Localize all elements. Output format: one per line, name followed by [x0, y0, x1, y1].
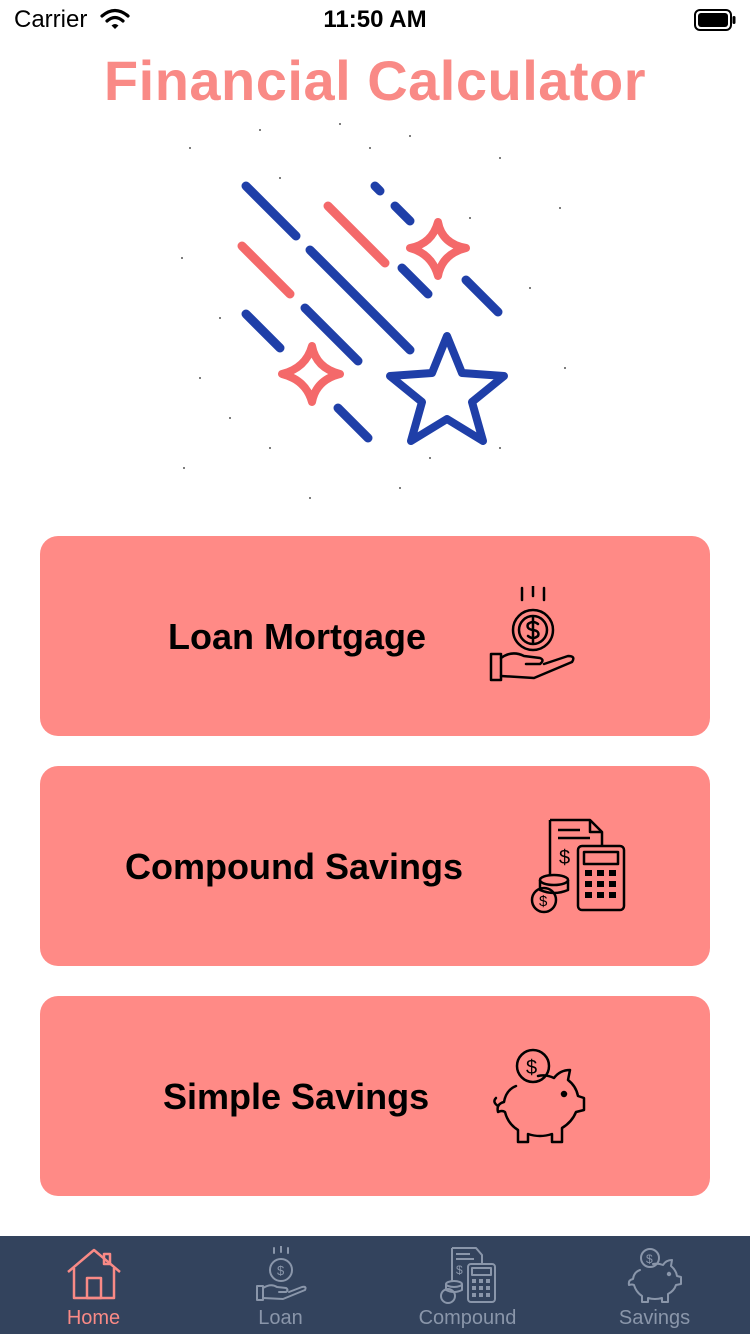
tab-compound-label: Compound: [418, 1307, 517, 1329]
tab-loan[interactable]: $ Loan: [187, 1236, 374, 1334]
tab-loan-label: Loan: [258, 1307, 303, 1329]
tab-compound[interactable]: $ Compound: [374, 1236, 561, 1334]
status-bar: Carrier 11:50 AM: [0, 0, 750, 40]
simple-savings-button[interactable]: Simple Savings $: [40, 996, 710, 1196]
svg-text:$: $: [646, 1252, 653, 1266]
house-icon: [66, 1248, 121, 1300]
svg-text:$: $: [559, 847, 570, 869]
tab-home-label: Home: [66, 1307, 121, 1329]
simple-savings-label: Simple Savings: [163, 1076, 430, 1117]
calculator-coins-icon: $ $: [528, 816, 628, 921]
compound-savings-button[interactable]: Compound Savings $ $: [40, 766, 710, 966]
money-hand-icon: $: [255, 1246, 307, 1301]
tab-home[interactable]: Home: [0, 1236, 187, 1334]
tab-savings[interactable]: $ Savings: [561, 1236, 748, 1334]
svg-text:$: $: [277, 1263, 285, 1278]
calculator-coins-icon: $: [439, 1247, 496, 1304]
status-time: 11:50 AM: [323, 6, 427, 33]
page-title: Financial Calculator: [103, 49, 647, 112]
money-hand-icon: [488, 584, 578, 691]
loan-mortgage-label: Loan Mortgage: [168, 616, 426, 657]
tab-bar: Home $ Loan $ Compound $ Savings: [0, 1236, 750, 1334]
piggy-bank-icon: $: [488, 1046, 592, 1151]
loan-mortgage-button[interactable]: Loan Mortgage: [40, 536, 710, 736]
svg-text:$: $: [456, 1263, 463, 1277]
battery-icon: [694, 9, 736, 31]
svg-text:$: $: [526, 1057, 537, 1079]
tab-savings-label: Savings: [618, 1307, 691, 1329]
compound-savings-label: Compound Savings: [125, 846, 464, 887]
shooting-stars-illustration: [170, 118, 580, 518]
svg-text:$: $: [539, 893, 548, 910]
piggy-bank-icon: $: [627, 1248, 682, 1303]
